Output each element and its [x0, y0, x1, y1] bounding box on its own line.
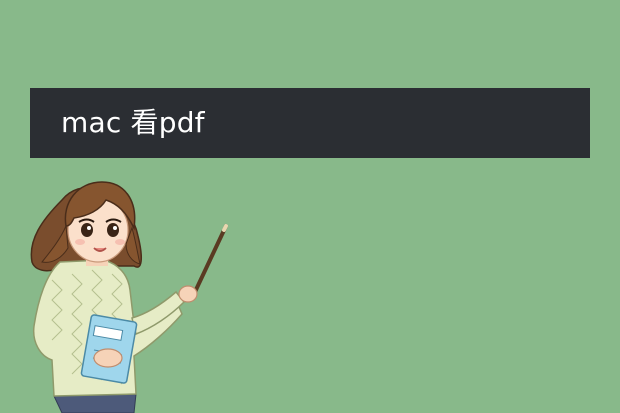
raised-hand [178, 285, 198, 303]
mouth [93, 247, 107, 252]
title-banner: mac 看pdf [30, 88, 590, 158]
pointer-stick [192, 224, 228, 296]
slide-title: mac 看pdf [61, 106, 205, 139]
holding-hand [93, 348, 123, 368]
skirt [53, 393, 137, 413]
teacher-illustration [30, 181, 228, 413]
